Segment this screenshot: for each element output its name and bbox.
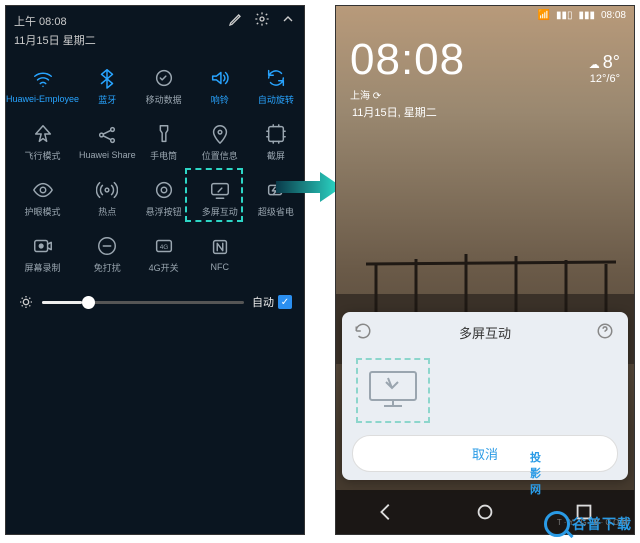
svg-text:4G: 4G [159, 243, 168, 250]
dnd-toggle[interactable]: 免打扰 [79, 226, 136, 282]
lock-screen: 📶 ▮▮▯ ▮▮▮ 08:08 08:08 上海 ⟳ ☁ 8° 12°/6° 1… [335, 5, 635, 535]
toggle-label: 护眼模式 [25, 205, 61, 218]
toggle-label: NFC [211, 262, 230, 272]
edit-icon[interactable] [228, 11, 244, 30]
screenshot-toggle[interactable]: 截屏 [248, 114, 304, 170]
brightness-row: 自动 ✓ [6, 286, 304, 318]
temp-range: 12°/6° [589, 73, 620, 85]
dnd-icon [96, 235, 118, 257]
auto-rotate-toggle[interactable]: 自动旋转 [248, 58, 304, 114]
rotate-icon [265, 67, 287, 89]
multi-screen-dialog: 多屏互动 取消 [342, 312, 628, 480]
brightness-low-icon [18, 294, 34, 310]
quick-toggles-grid: Huawei-Employee 蓝牙 移动数据 响铃 自动旋转飞行模式 Huawei Sh… [6, 54, 304, 286]
power-save-toggle[interactable]: 超级省电 [248, 170, 304, 226]
toggle-label: 蓝牙 [98, 93, 116, 106]
refresh-icon[interactable] [354, 322, 374, 342]
auto-label: 自动 [252, 294, 274, 310]
auto-brightness-checkbox[interactable]: 自动 ✓ [252, 294, 292, 310]
hotspot-toggle[interactable]: 热点 [79, 170, 136, 226]
volume-icon [209, 67, 231, 89]
toggle-label: 飞行模式 [25, 149, 61, 162]
battery-icon: ▮▮▮ [578, 10, 595, 21]
bluetooth-icon [96, 67, 118, 89]
record-icon [32, 235, 54, 257]
toggle-label: 位置信息 [202, 149, 238, 162]
nav-back-icon[interactable] [375, 501, 397, 523]
help-icon[interactable] [596, 322, 616, 342]
toggle-label: Huawei Share [79, 150, 136, 160]
toggle-label: 手电筒 [150, 149, 177, 162]
toggle-label: 免打扰 [94, 261, 121, 274]
status-time: 08:08 [601, 10, 626, 21]
sound-toggle[interactable]: 响铃 [192, 58, 248, 114]
toggle-label: 截屏 [267, 149, 285, 162]
hotspot-icon [96, 179, 118, 201]
eye-comfort-toggle[interactable]: 护眼模式 [6, 170, 79, 226]
toggle-label: 超级省电 [258, 205, 294, 218]
collapse-icon[interactable] [280, 11, 296, 30]
float-icon [153, 179, 175, 201]
flashlight-icon [153, 123, 175, 145]
status-bar-right: 📶 ▮▮▯ ▮▮▮ 08:08 [336, 6, 634, 25]
dialog-title: 多屏互动 [459, 323, 511, 342]
mobile-data-toggle[interactable]: 移动数据 [136, 58, 192, 114]
cancel-button[interactable]: 取消 [352, 435, 618, 472]
brightness-slider[interactable] [42, 301, 244, 304]
location-icon [209, 123, 231, 145]
huawei-share-toggle[interactable]: Huawei Share [79, 114, 136, 170]
temp-main: 8° [603, 52, 620, 72]
wifi-icon: 📶 [537, 10, 549, 21]
time-label: 上午 08:08 [14, 13, 67, 29]
watermark-brand: 投影网 [530, 449, 542, 497]
toggle-label: 响铃 [211, 93, 229, 106]
toggle-label: 悬浮按钮 [146, 205, 182, 218]
toggle-label: 热点 [98, 205, 116, 218]
gear-icon[interactable] [254, 11, 270, 30]
toggle-label: 屏幕录制 [25, 261, 61, 274]
signal-icon: ▮▮▯ [556, 10, 573, 21]
airplane-toggle[interactable]: 飞行模式 [6, 114, 79, 170]
data-icon [153, 67, 175, 89]
clock: 08:08 [350, 35, 465, 85]
share-icon [96, 124, 118, 146]
check-icon: ✓ [278, 295, 292, 309]
date-label-right: 11月15日, 星期二 [336, 102, 634, 122]
nfc-toggle[interactable]: NFC [192, 226, 248, 282]
watermark-sub: T·Y·G·B·COM [557, 518, 630, 527]
airplane-icon [32, 123, 54, 145]
clock-row: 08:08 上海 ⟳ ☁ 8° 12°/6° [336, 25, 634, 102]
highlight-multi-screen [185, 168, 243, 222]
status-bar-left: 上午 08:08 [6, 6, 304, 32]
battery-icon [265, 179, 287, 201]
wifi-toggle[interactable]: Huawei-Employee [6, 58, 79, 114]
screen-record-toggle[interactable]: 屏幕录制 [6, 226, 79, 282]
toggle-label: Huawei-Employee [6, 94, 79, 104]
toggle-label: 移动数据 [146, 93, 182, 106]
toggle-label: 4G开关 [149, 261, 179, 274]
4g-icon: 4G [153, 235, 175, 257]
city-label: 上海 ⟳ [350, 87, 465, 102]
nav-home-icon[interactable] [474, 501, 496, 523]
date-label-left: 11月15日 星期二 [6, 32, 304, 54]
wifi-icon [32, 68, 54, 90]
nfc-icon [209, 236, 231, 258]
flashlight-toggle[interactable]: 手电筒 [136, 114, 192, 170]
toggle-label: 自动旋转 [258, 93, 294, 106]
eye-icon [32, 179, 54, 201]
weather-widget: ☁ 8° 12°/6° [589, 52, 620, 85]
weather-icon: ☁ [589, 59, 600, 71]
location-toggle[interactable]: 位置信息 [192, 114, 248, 170]
bluetooth-toggle[interactable]: 蓝牙 [79, 58, 136, 114]
quick-settings-panel: 上午 08:08 11月15日 星期二 Huawei-Employee 蓝牙 移动数… [5, 5, 305, 535]
4g-toggle[interactable]: 4G 4G开关 [136, 226, 192, 282]
screenshot-icon [265, 123, 287, 145]
float-button-toggle[interactable]: 悬浮按钮 [136, 170, 192, 226]
device-target[interactable] [356, 358, 430, 423]
